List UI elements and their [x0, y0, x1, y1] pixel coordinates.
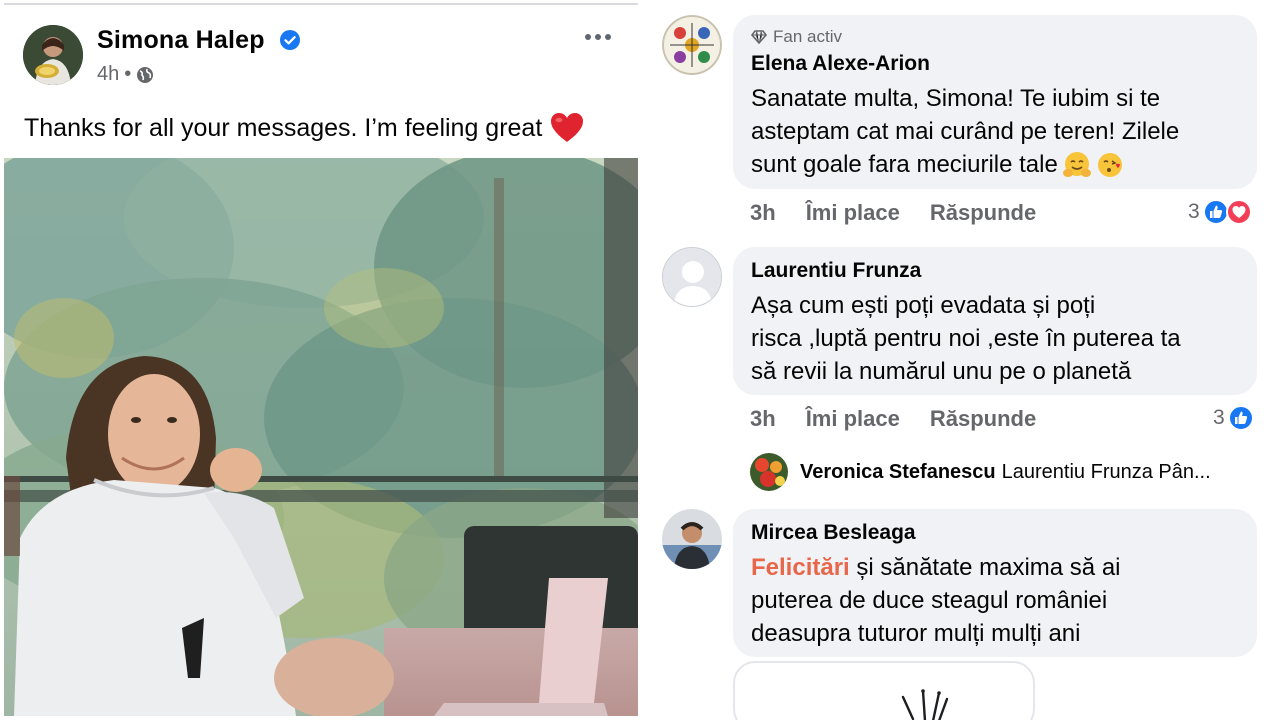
reply-avatar[interactable] — [750, 453, 788, 491]
flowers-avatar-image — [750, 453, 788, 491]
author-name[interactable]: Simona Halep — [97, 26, 265, 55]
reaction-summary[interactable]: 3 — [1188, 199, 1252, 225]
badge-label: Fan activ — [773, 27, 842, 46]
reply-text: Laurentiu Frunza Pân... — [1001, 460, 1211, 483]
sticker-image — [901, 689, 949, 720]
comment-bubble: Mircea Besleaga Felicitări și sănătate m… — [733, 509, 1257, 657]
sticker-attachment[interactable] — [733, 661, 1035, 720]
commenter-avatar-image — [662, 509, 722, 569]
reply-button[interactable]: Răspunde — [930, 200, 1036, 226]
facebook-post: Simona Halep 4h • Thanks for all your me… — [0, 0, 645, 720]
commenter-name[interactable]: Mircea Besleaga — [751, 521, 916, 545]
comment-actions: 3h Îmi place Răspunde — [750, 406, 1036, 432]
comment-line-with-emoji: sunt goale fara meciurile tale — [751, 148, 1126, 181]
post-message: Thanks for all your messages. I’m feelin… — [24, 113, 543, 142]
reply-button[interactable]: Răspunde — [930, 406, 1036, 432]
comment-line: Felicitări și sănătate maxima să ai — [751, 551, 1121, 584]
like-button[interactable]: Îmi place — [806, 200, 900, 226]
reaction-count: 3 — [1188, 200, 1200, 223]
post-text: Thanks for all your messages. I’m feelin… — [24, 112, 584, 144]
comment-time[interactable]: 3h — [750, 406, 776, 432]
comment-bubble: Fan activ Elena Alexe-Arion Sanatate mul… — [733, 15, 1257, 189]
reaction-summary[interactable]: 3 — [1213, 405, 1254, 431]
comment-line: să revii la numărul unu pe o planetă — [751, 358, 1132, 385]
reply-author-name[interactable]: Veronica Stefanescu — [800, 461, 996, 484]
comment-time[interactable]: 3h — [750, 200, 776, 226]
commenter-avatar[interactable] — [662, 509, 722, 569]
comment-line: deasupra tuturor mulți mulți ani — [751, 620, 1081, 647]
globe-icon[interactable] — [136, 66, 154, 84]
post-meta: 4h • — [97, 63, 154, 86]
commenter-name[interactable]: Laurentiu Frunza — [751, 259, 921, 283]
default-profile-icon — [663, 248, 721, 306]
author-avatar-image — [23, 25, 83, 85]
reaction-count: 3 — [1213, 406, 1225, 429]
more-options-icon[interactable] — [583, 28, 613, 46]
comment-line: asteptam cat mai curând pe teren! Zilele — [751, 118, 1180, 145]
comment-bubble: Laurentiu Frunza Așa cum ești poți evada… — [733, 247, 1257, 395]
face-blowing-kiss-emoji-icon — [1097, 152, 1122, 177]
love-reaction-icon — [1225, 199, 1252, 225]
comment-line: sunt goale fara meciurile tale — [751, 151, 1058, 178]
meta-separator: • — [124, 63, 132, 85]
like-reaction-icon — [1227, 405, 1254, 431]
like-button[interactable]: Îmi place — [806, 406, 900, 432]
author-avatar[interactable] — [23, 25, 83, 85]
reply-preview[interactable]: Veronica Stefanescu Laurentiu Frunza Pân… — [750, 453, 1211, 491]
red-heart-emoji-icon — [551, 113, 584, 142]
commenter-avatar-image — [662, 15, 722, 75]
commenter-avatar[interactable] — [662, 15, 722, 75]
post-time[interactable]: 4h — [97, 63, 119, 86]
comment-line-rest: și sănătate maxima să ai — [849, 554, 1121, 581]
comment-line: Sanatate multa, Simona! Te iubim si te — [751, 85, 1161, 112]
comment-line: Așa cum ești poți evadata și poți — [751, 292, 1096, 319]
hugging-face-emoji-icon — [1062, 151, 1091, 177]
post-photo-image — [4, 158, 638, 716]
comment-line: risca ,luptă pentru noi ,este în puterea… — [751, 325, 1181, 352]
commenter-avatar[interactable] — [662, 247, 722, 307]
commenter-name[interactable]: Elena Alexe-Arion — [751, 52, 930, 76]
highlight-word[interactable]: Felicitări — [751, 554, 850, 581]
verified-badge-icon — [280, 30, 300, 50]
post-top-divider — [4, 3, 638, 5]
comment-line: puterea de duce steagul româniei — [751, 587, 1108, 614]
post-photo[interactable] — [4, 158, 638, 716]
screenshot-collage: Simona Halep 4h • Thanks for all your me… — [0, 0, 1280, 720]
diamond-icon — [751, 30, 767, 44]
comment-actions: 3h Îmi place Răspunde — [750, 200, 1036, 226]
fan-badge: Fan activ — [751, 27, 842, 47]
